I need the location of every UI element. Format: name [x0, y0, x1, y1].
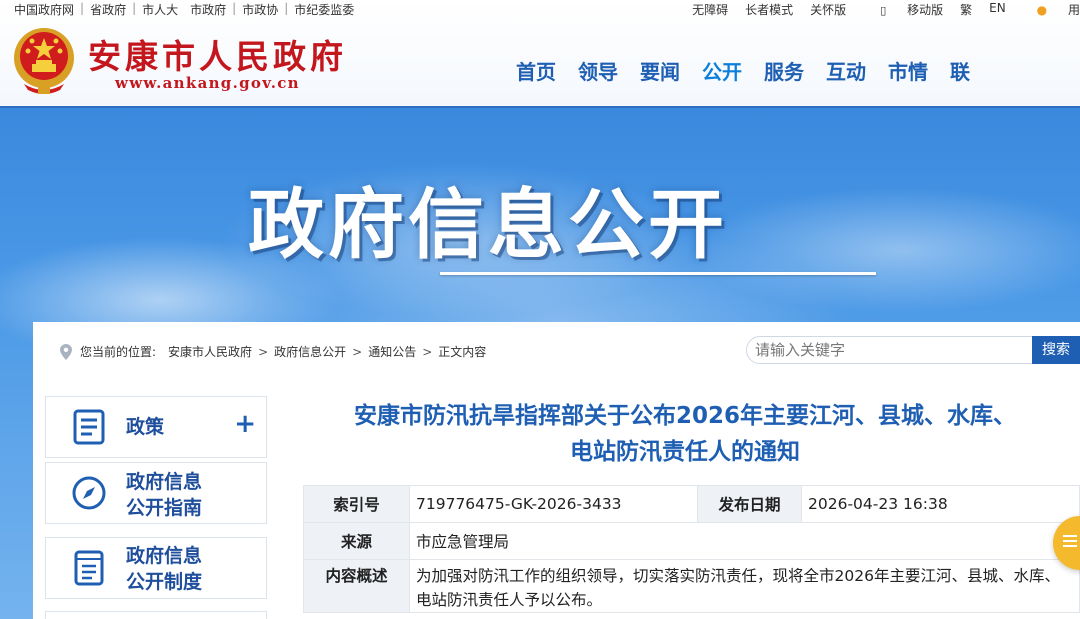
date-label: 发布日期 — [697, 485, 802, 523]
nav-home[interactable]: 首页 — [516, 56, 556, 85]
sidebar-item-policy[interactable]: 政策 + — [45, 396, 267, 458]
care-version-link[interactable]: 关怀版 — [810, 1, 846, 18]
date-value: 2026-04-23 16:38 — [801, 485, 1080, 523]
nav-interaction[interactable]: 互动 — [826, 56, 866, 85]
breadcrumb-current: 正文内容 — [438, 345, 487, 359]
sidebar-item-system[interactable]: 政府信息 公开制度 — [45, 537, 267, 599]
article-title: 安康市防汛抗旱指挥部关于公布2026年主要江河、县城、水库、 电站防汛责任人的通… — [300, 398, 1070, 470]
site-header: 中国政府网 | 省政府 | 市人大 市政府 | 市政协 | 市纪委监委 无障碍 长者模式… — [0, 0, 1080, 108]
breadcrumb-info-open[interactable]: 政府信息公开 — [274, 343, 346, 360]
site-name[interactable]: 安康市人民政府 — [88, 30, 347, 78]
top-link-congress[interactable]: 市人大 — [136, 1, 184, 18]
source-label: 来源 — [303, 522, 410, 560]
user-label: 用 — [1067, 3, 1080, 17]
breadcrumb-sep: > — [422, 344, 433, 359]
nav-contact[interactable]: 联 — [950, 56, 970, 85]
phone-icon: ▯ — [880, 4, 887, 17]
table-row: 内容概述 为加强对防汛工作的组织领导，切实落实防汛责任，现将全市2026年主要江… — [303, 559, 1080, 613]
breadcrumb-home[interactable]: 安康市人民政府 — [168, 343, 252, 360]
index-value: 719776475-GK-2026-3433 — [409, 485, 698, 523]
user-link[interactable]: ● 用 — [1020, 1, 1080, 18]
summary-value: 为加强对防汛工作的组织领导，切实落实防汛责任，现将全市2026年主要江河、县城、… — [409, 559, 1080, 613]
elder-mode-link[interactable]: 长者模式 — [745, 1, 793, 18]
menu-lines-icon — [1063, 535, 1077, 550]
breadcrumb-prefix: 您当前的位置: — [80, 345, 157, 359]
breadcrumb: 您当前的位置: 安康市人民政府 > 政府信息公开 > 通知公告 > 正文内容 — [60, 343, 492, 360]
hero-underline — [440, 272, 876, 275]
nav-open[interactable]: 公开 — [702, 56, 742, 85]
label-line: 政府信息 — [126, 471, 203, 493]
location-pin-icon — [60, 343, 72, 360]
label-line: 公开指南 — [126, 497, 203, 519]
list-doc-icon — [74, 550, 104, 586]
top-right-links: 无障碍 长者模式 关怀版 ▯ 移动版 繁 EN ● 用 — [675, 1, 1080, 18]
top-link-city-gov[interactable]: 市政府 — [184, 1, 232, 18]
sidebar-item-label: 政府信息 公开制度 — [126, 543, 202, 595]
document-icon — [73, 409, 105, 445]
label-line: 公开制度 — [126, 571, 203, 593]
nav-city-info[interactable]: 市情 — [888, 56, 928, 85]
nav-service[interactable]: 服务 — [764, 56, 804, 85]
expand-plus-icon[interactable]: + — [234, 409, 256, 439]
compass-icon — [72, 476, 106, 510]
table-row: 索引号 719776475-GK-2026-3433 发布日期 2026-04-… — [303, 485, 1080, 523]
index-label: 索引号 — [303, 485, 410, 523]
search-box — [746, 336, 1080, 364]
site-url: www.ankang.gov.cn — [115, 74, 300, 92]
top-link-cppcc[interactable]: 市政协 — [236, 1, 284, 18]
nav-leaders[interactable]: 领导 — [578, 56, 618, 85]
article-title-line: 电站防汛责任人的通知 — [570, 439, 800, 465]
accessibility-link[interactable]: 无障碍 — [692, 1, 728, 18]
sidebar-item-guide[interactable]: 政府信息 公开指南 — [45, 462, 267, 524]
main-nav: 首页 领导 要闻 公开 服务 互动 市情 联 — [505, 56, 981, 85]
top-link-province[interactable]: 省政府 — [84, 1, 132, 18]
top-link-discipline[interactable]: 市纪委监委 — [288, 1, 360, 18]
label-line: 政府信息 — [126, 545, 203, 567]
nav-news[interactable]: 要闻 — [640, 56, 680, 85]
article-title-line: 安康市防汛抗旱指挥部关于公布2026年主要江河、县城、水库、 — [353, 403, 1016, 429]
sidebar-item-label: 政策 — [126, 416, 165, 438]
breadcrumb-notices[interactable]: 通知公告 — [368, 343, 416, 360]
hero-title: 政府信息公开 — [248, 180, 728, 269]
search-input[interactable] — [755, 340, 1025, 360]
sidebar-item-next[interactable] — [45, 611, 267, 619]
summary-label: 内容概述 — [303, 559, 410, 613]
traditional-link[interactable]: 繁 — [960, 1, 972, 18]
search-button[interactable]: 搜索 — [1032, 336, 1080, 364]
source-value: 市应急管理局 — [409, 522, 1080, 560]
mobile-link[interactable]: ▯ 移动版 — [863, 1, 943, 18]
top-bar: 中国政府网 | 省政府 | 市人大 市政府 | 市政协 | 市纪委监委 无障碍 长者模式… — [0, 0, 1080, 18]
mobile-label: 移动版 — [907, 3, 944, 17]
article-meta-table: 索引号 719776475-GK-2026-3433 发布日期 2026-04-… — [303, 485, 1080, 613]
sidebar-item-label: 政府信息 公开指南 — [126, 469, 202, 521]
breadcrumb-sep: > — [258, 344, 269, 359]
user-icon: ● — [1036, 3, 1048, 17]
english-link[interactable]: EN — [989, 1, 1006, 18]
national-emblem-icon[interactable] — [10, 24, 78, 96]
top-left-links: 中国政府网 | 省政府 | 市人大 市政府 | 市政协 | 市纪委监委 — [8, 1, 360, 18]
breadcrumb-sep: > — [352, 344, 363, 359]
top-link-gov-cn[interactable]: 中国政府网 — [8, 1, 80, 18]
table-row: 来源 市应急管理局 — [303, 522, 1080, 560]
